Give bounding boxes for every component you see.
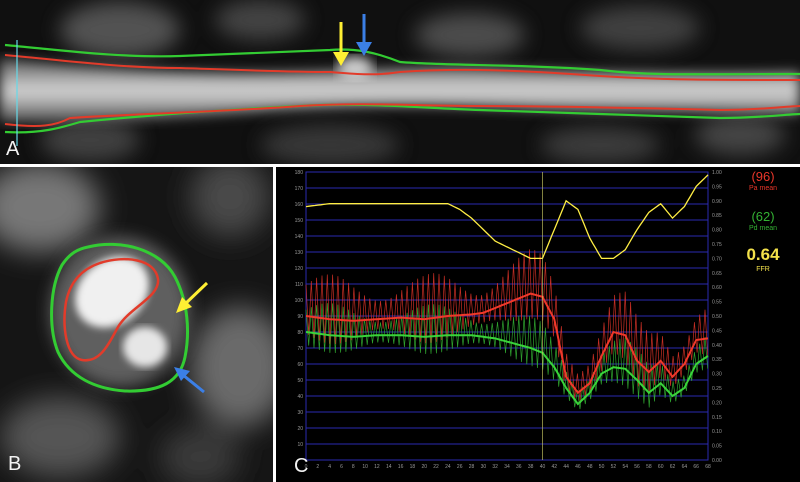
x-tick-label: 58 xyxy=(646,464,652,470)
y-right-tick-label: 0.45 xyxy=(712,328,722,334)
y-right-tick-label: 0.25 xyxy=(712,386,722,392)
x-tick-label: 28 xyxy=(469,464,475,470)
cross-section-image xyxy=(0,167,273,482)
x-tick-label: 14 xyxy=(386,464,392,470)
y-right-tick-label: 0.50 xyxy=(712,314,722,320)
pa-mean-label: Pa mean xyxy=(748,185,778,192)
y-left-tick-label: 80 xyxy=(297,330,303,336)
ffr-value: 0.64 xyxy=(746,245,780,264)
x-tick-label: 44 xyxy=(563,464,569,470)
x-tick-label: 62 xyxy=(670,464,676,470)
panel-label-b: B xyxy=(8,453,22,475)
y-right-tick-label: 0.65 xyxy=(712,271,722,277)
y-right-tick-label: 0.95 xyxy=(712,184,722,190)
pd-mean-label: Pd mean xyxy=(748,225,778,232)
y-right-tick-label: 0.15 xyxy=(712,415,722,421)
x-tick-label: 60 xyxy=(658,464,664,470)
x-tick-label: 6 xyxy=(340,464,343,470)
y-left-tick-label: 140 xyxy=(295,234,304,240)
y-left-tick-label: 70 xyxy=(297,346,303,352)
y-left-tick-label: 10 xyxy=(297,442,303,448)
vessel-image xyxy=(0,0,800,164)
panel-label-c: C xyxy=(294,455,309,477)
y-left-tick-label: 130 xyxy=(295,250,304,256)
y-left-tick-label: 20 xyxy=(297,426,303,432)
pressure-chart: 10 20 30 40 50 60 70 80 90 100 110 120 130 140 150 160 1… xyxy=(276,167,800,482)
y-right-tick-label: 0.00 xyxy=(712,458,722,464)
x-tick-label: 40 xyxy=(540,464,546,470)
x-tick-label: 8 xyxy=(352,464,355,470)
x-tick-label: 50 xyxy=(599,464,605,470)
y-left-tick-label: 150 xyxy=(295,218,304,224)
ffr-label: FFR xyxy=(756,266,770,273)
x-tick-label: 42 xyxy=(552,464,558,470)
x-tick-label: 30 xyxy=(481,464,487,470)
y-left-tick-label: 90 xyxy=(297,314,303,320)
x-tick-label: 24 xyxy=(445,464,451,470)
x-tick-label: 52 xyxy=(611,464,617,470)
x-tick-label: 56 xyxy=(634,464,640,470)
y-left-tick-label: 40 xyxy=(297,394,303,400)
y-left-tick-label: 170 xyxy=(295,186,304,192)
x-tick-label: 32 xyxy=(492,464,498,470)
y-right-tick-label: 0.40 xyxy=(712,343,722,349)
x-tick-label: 10 xyxy=(362,464,368,470)
y-left-tick-label: 160 xyxy=(295,202,304,208)
y-right-tick-label: 0.85 xyxy=(712,213,722,219)
x-tick-label: 54 xyxy=(622,464,628,470)
x-tick-label: 4 xyxy=(328,464,331,470)
y-right-tick-label: 0.10 xyxy=(712,429,722,435)
y-left-tick-label: 120 xyxy=(295,266,304,272)
panel-b-cross-section: B xyxy=(0,167,273,482)
y-right-tick-label: 0.80 xyxy=(712,228,722,234)
y-left-tick-label: 60 xyxy=(297,362,303,368)
x-tick-label: 68 xyxy=(705,464,711,470)
x-tick-label: 18 xyxy=(410,464,416,470)
x-tick-label: 16 xyxy=(398,464,404,470)
x-tick-label: 12 xyxy=(374,464,380,470)
y-right-tick-label: 0.05 xyxy=(712,444,722,450)
y-right-tick-label: 0.35 xyxy=(712,357,722,363)
y-right-tick-label: 0.70 xyxy=(712,256,722,262)
pa-mean-value: (96) xyxy=(751,169,775,184)
y-right-tick-label: 0.90 xyxy=(712,199,722,205)
x-tick-label: 26 xyxy=(457,464,463,470)
x-tick-label: 66 xyxy=(693,464,699,470)
pd-mean-value: (62) xyxy=(751,209,775,224)
panel-c-pressure-chart: 10 20 30 40 50 60 70 80 90 100 110 120 130 140 150 160 1… xyxy=(276,167,800,482)
y-left-tick-label: 180 xyxy=(295,170,304,176)
x-tick-label: 36 xyxy=(516,464,522,470)
x-tick-label: 22 xyxy=(433,464,439,470)
x-tick-label: 46 xyxy=(575,464,581,470)
x-tick-label: 38 xyxy=(528,464,534,470)
x-tick-label: 34 xyxy=(504,464,510,470)
y-right-tick-label: 0.60 xyxy=(712,285,722,291)
y-left-tick-label: 110 xyxy=(295,282,303,288)
y-right-tick-label: 0.55 xyxy=(712,300,722,306)
y-right-tick-label: 0.75 xyxy=(712,242,722,248)
x-tick-label: 64 xyxy=(682,464,688,470)
y-left-tick-label: 30 xyxy=(297,410,303,416)
y-right-tick-label: 0.30 xyxy=(712,372,722,378)
y-right-tick-label: 0.20 xyxy=(712,400,722,406)
x-tick-label: 20 xyxy=(421,464,427,470)
x-tick-label: 48 xyxy=(587,464,593,470)
panel-a-longitudinal-view: A xyxy=(0,0,800,164)
y-left-tick-label: 100 xyxy=(295,298,304,304)
y-left-tick-label: 50 xyxy=(297,378,303,384)
x-tick-label: 2 xyxy=(316,464,319,470)
y-right-tick-label: 1.00 xyxy=(712,170,722,176)
panel-label-a: A xyxy=(6,138,20,160)
